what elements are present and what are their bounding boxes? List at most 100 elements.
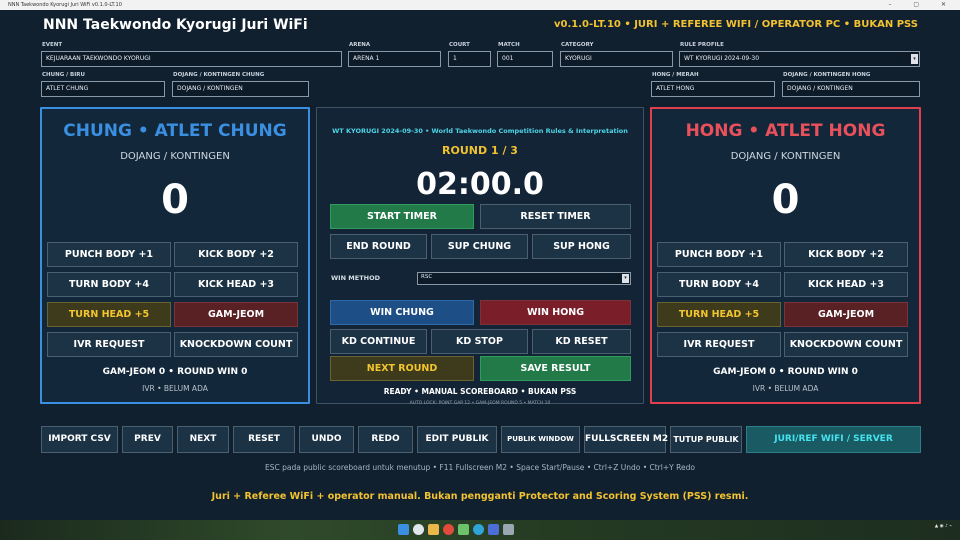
chung-panel: CHUNG • ATLET CHUNG DOJANG / KONTINGEN 0…: [40, 107, 310, 404]
end-round-button[interactable]: END ROUND: [330, 234, 427, 259]
chung-ivr-request-button[interactable]: IVR REQUEST: [47, 332, 171, 357]
chung-label: CHUNG / BIRU: [42, 72, 86, 78]
arena-label: ARENA: [349, 42, 371, 48]
next-button[interactable]: NEXT: [177, 426, 229, 453]
hong-score: 0: [771, 177, 800, 223]
taskbar-icons: [398, 524, 514, 536]
rule-profile-label: RULE PROFILE: [680, 42, 724, 48]
status-text: READY • MANUAL SCOREBOARD • BUKAN PSS: [383, 387, 577, 396]
next-round-button[interactable]: NEXT ROUND: [330, 356, 474, 381]
chung-knockdown-count-button[interactable]: KNOCKDOWN COUNT: [174, 332, 298, 357]
chung-title: CHUNG • ATLET CHUNG: [63, 121, 287, 141]
chung-kick-head-button[interactable]: KICK HEAD +3: [174, 272, 298, 297]
reset-button[interactable]: RESET: [233, 426, 295, 453]
chung-summary: GAM-JEOM 0 • ROUND WIN 0: [102, 367, 248, 377]
chung-kick-body-button[interactable]: KICK BODY +2: [174, 242, 298, 267]
win-hong-button[interactable]: WIN HONG: [480, 300, 631, 325]
chung-turn-body-button[interactable]: TURN BODY +4: [47, 272, 171, 297]
kd-stop-button[interactable]: KD STOP: [431, 329, 528, 354]
save-result-button[interactable]: SAVE RESULT: [480, 356, 631, 381]
hong-title: HONG • ATLET HONG: [685, 121, 886, 141]
window-controls[interactable]: – ▢ ✕: [888, 0, 956, 10]
hong-dojang-field[interactable]: DOJANG / KONTINGEN: [782, 81, 920, 97]
windows-icon[interactable]: [398, 524, 409, 535]
match-label: MATCH: [498, 42, 520, 48]
fullscreen-m2-button[interactable]: FULLSCREEN M2: [584, 426, 668, 453]
autolock-text: AUTO LOCK: POINT GAP 12 • GAM-JEOM ROUND…: [409, 401, 551, 406]
hong-knockdown-count-button[interactable]: KNOCKDOWN COUNT: [784, 332, 908, 357]
win-method-label: WIN METHOD: [331, 274, 380, 282]
court-label: COURT: [449, 42, 470, 48]
edge-icon[interactable]: [473, 524, 484, 535]
kd-reset-button[interactable]: KD RESET: [532, 329, 631, 354]
match-timer: 02:00.0: [416, 167, 544, 202]
court-field[interactable]: 1: [448, 51, 491, 67]
chung-punch-body-button[interactable]: PUNCH BODY +1: [47, 242, 171, 267]
app-icon[interactable]: [458, 524, 469, 535]
version-banner: v0.1.0-LT.10 • JURI + REFEREE WIFI / OPE…: [553, 19, 918, 30]
undo-button[interactable]: UNDO: [299, 426, 354, 453]
disclaimer-note: Juri + Referee WiFi + operator manual. B…: [211, 491, 749, 502]
match-field[interactable]: 001: [497, 51, 553, 67]
hong-dojang-label: DOJANG / KONTINGEN HONG: [783, 72, 871, 78]
chung-score: 0: [161, 177, 189, 223]
window-title: NNN Taekwondo Kyorugi Juri WiFi v0.1.0-L…: [8, 2, 122, 8]
rules-header: WT KYORUGI 2024-09-30 • World Taekwondo …: [332, 127, 628, 135]
hong-summary: GAM-JEOM 0 • ROUND WIN 0: [713, 367, 858, 377]
hong-punch-body-button[interactable]: PUNCH BODY +1: [657, 242, 781, 267]
store-icon[interactable]: [488, 524, 499, 535]
chevron-down-icon[interactable]: ▾: [911, 54, 918, 64]
taskbar: ▲ ◉ ♪ ⌁: [0, 520, 960, 540]
prev-button[interactable]: PREV: [122, 426, 173, 453]
chrome-icon[interactable]: [443, 524, 454, 535]
chung-gam-jeom-button[interactable]: GAM-JEOM: [174, 302, 298, 327]
sup-hong-button[interactable]: SUP HONG: [532, 234, 631, 259]
search-icon[interactable]: [413, 524, 424, 535]
hong-dojang: DOJANG / KONTINGEN: [730, 151, 841, 162]
hong-kick-head-button[interactable]: KICK HEAD +3: [784, 272, 908, 297]
rule-profile-select[interactable]: WT KYORUGI 2024-09-30 ▾: [679, 51, 920, 67]
hong-ivr-request-button[interactable]: IVR REQUEST: [657, 332, 781, 357]
hong-turn-body-button[interactable]: TURN BODY +4: [657, 272, 781, 297]
win-chung-button[interactable]: WIN CHUNG: [330, 300, 474, 325]
event-field[interactable]: KEJUARAAN TAEKWONDO KYORUGI: [41, 51, 342, 67]
hong-turn-head-button[interactable]: TURN HEAD +5: [657, 302, 781, 327]
chung-name-field[interactable]: ATLET CHUNG: [41, 81, 165, 97]
wifi-server-button[interactable]: JURI/REF WIFI / SERVER: [746, 426, 921, 453]
hong-name-field[interactable]: ATLET HONG: [651, 81, 775, 97]
chung-turn-head-button[interactable]: TURN HEAD +5: [47, 302, 171, 327]
publik-window-button[interactable]: PUBLIK WINDOW: [501, 426, 580, 453]
chung-dojang-label: DOJANG / KONTINGEN CHUNG: [173, 72, 265, 78]
chung-ivr-status: IVR • BELUM ADA: [142, 384, 208, 393]
event-label: EVENT: [42, 42, 63, 48]
chung-dojang: DOJANG / KONTINGEN: [120, 151, 230, 162]
settings-icon[interactable]: [503, 524, 514, 535]
chung-dojang-field[interactable]: DOJANG / KONTINGEN: [172, 81, 309, 97]
round-indicator: ROUND 1 / 3: [442, 144, 518, 157]
kd-continue-button[interactable]: KD CONTINUE: [330, 329, 427, 354]
import-csv-button[interactable]: IMPORT CSV: [41, 426, 118, 453]
rule-profile-value: WT KYORUGI 2024-09-30: [684, 55, 760, 62]
app-window: NNN Taekwondo Kyorugi Juri WiFi v0.1.0-L…: [0, 10, 960, 520]
hong-panel: HONG • ATLET HONG DOJANG / KONTINGEN 0 P…: [650, 107, 921, 404]
app-title: NNN Taekwondo Kyorugi Juri WiFi: [43, 17, 308, 33]
system-tray[interactable]: ▲ ◉ ♪ ⌁: [935, 524, 952, 530]
redo-button[interactable]: REDO: [358, 426, 413, 453]
win-method-value: RSC: [421, 274, 433, 280]
tutup-publik-button[interactable]: TUTUP PUBLIK: [670, 426, 742, 453]
win-method-select[interactable]: RSC ▾: [417, 272, 631, 285]
start-timer-button[interactable]: START TIMER: [330, 204, 474, 229]
shortcut-hint: ESC pada public scoreboard untuk menutup…: [265, 463, 695, 472]
sup-chung-button[interactable]: SUP CHUNG: [431, 234, 528, 259]
category-label: CATEGORY: [561, 42, 594, 48]
file-explorer-icon[interactable]: [428, 524, 439, 535]
hong-ivr-status: IVR • BELUM ADA: [752, 384, 819, 393]
category-field[interactable]: KYORUGI: [560, 51, 673, 67]
window-titlebar: NNN Taekwondo Kyorugi Juri WiFi v0.1.0-L…: [0, 0, 960, 10]
hong-gam-jeom-button[interactable]: GAM-JEOM: [784, 302, 908, 327]
hong-kick-body-button[interactable]: KICK BODY +2: [784, 242, 908, 267]
chevron-down-icon[interactable]: ▾: [622, 274, 629, 283]
arena-field[interactable]: ARENA 1: [348, 51, 441, 67]
reset-timer-button[interactable]: RESET TIMER: [480, 204, 631, 229]
edit-publik-button[interactable]: EDIT PUBLIK: [417, 426, 497, 453]
